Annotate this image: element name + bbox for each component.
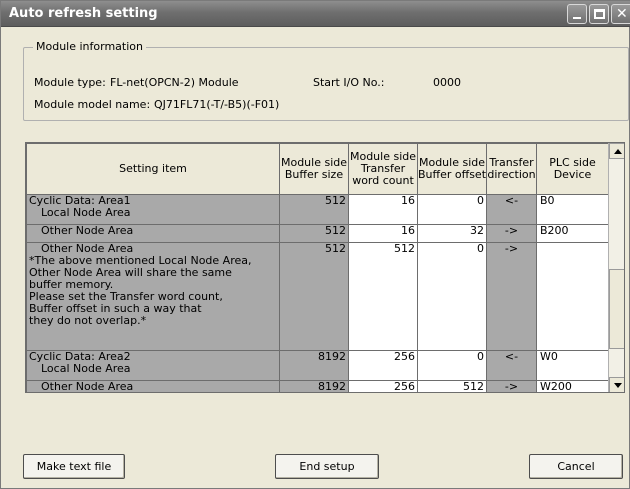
minimize-icon: [573, 17, 581, 19]
table-row: Other Node Area 512 16 32 -> B200: [26, 224, 609, 243]
transfer-count-cell[interactable]: 512: [348, 242, 418, 351]
setting-grid: Setting item Module side Buffer size Modu…: [25, 142, 625, 393]
make-text-file-button[interactable]: Make text file: [23, 454, 125, 479]
transfer-count-cell[interactable]: 256: [348, 380, 418, 392]
vertical-scrollbar[interactable]: [608, 143, 624, 392]
close-button[interactable]: ✕: [611, 4, 630, 24]
header-direction: Transfer direction: [486, 143, 537, 195]
plc-device-cell[interactable]: [536, 242, 609, 351]
buffer-offset-cell[interactable]: 32: [417, 224, 487, 243]
header-buffer-offset: Module side Buffer offset: [417, 143, 487, 195]
cancel-button[interactable]: Cancel: [529, 454, 623, 479]
direction-cell: ->: [486, 242, 537, 351]
module-information-legend: Module information: [33, 40, 146, 53]
buffer-size-cell: 512: [279, 224, 349, 243]
plc-device-cell[interactable]: B200: [536, 224, 609, 243]
buffer-offset-cell[interactable]: 0: [417, 350, 487, 381]
buffer-size-cell: 8192: [279, 380, 349, 392]
arrow-down-icon: [614, 383, 622, 388]
direction-cell: <-: [486, 194, 537, 225]
table-row: Cyclic Data: Area1 Local Node Area 512 16…: [26, 194, 609, 225]
plc-device-cell[interactable]: B0: [536, 194, 609, 225]
start-io-value: 0000: [433, 76, 461, 89]
table-row: Cyclic Data: Area2 Local Node Area 8192 2…: [26, 350, 609, 381]
direction-cell: ->: [486, 380, 537, 392]
transfer-count-cell[interactable]: 16: [348, 194, 418, 225]
buffer-size-cell: 512: [279, 242, 349, 351]
header-transfer-count: Module side Transfer word count: [348, 143, 418, 195]
setting-item-cell: Other Node Area: [26, 224, 280, 243]
table-row: Other Node Area 8192 256 512 -> W200: [26, 380, 609, 392]
module-type-label: Module type:: [34, 76, 106, 89]
setting-item-cell: Other Node Area: [26, 380, 280, 392]
module-model-value: QJ71FL71(-T/-B5)(-F01): [154, 98, 280, 111]
end-setup-button[interactable]: End setup: [275, 454, 379, 479]
buffer-size-cell: 512: [279, 194, 349, 225]
scroll-down-button[interactable]: [609, 377, 624, 392]
module-type-value: FL-net(OPCN-2) Module: [110, 76, 239, 89]
direction-cell: <-: [486, 350, 537, 381]
module-model-label: Module model name:: [34, 98, 151, 111]
buffer-offset-cell[interactable]: 0: [417, 242, 487, 351]
setting-item-cell: Other Node Area *The above mentioned Loc…: [26, 242, 280, 351]
setting-table: Setting item Module side Buffer size Modu…: [26, 143, 609, 392]
transfer-count-cell[interactable]: 256: [348, 350, 418, 381]
buffer-offset-cell[interactable]: 512: [417, 380, 487, 392]
plc-device-cell[interactable]: W200: [536, 380, 609, 392]
minimize-button[interactable]: [567, 4, 587, 24]
setting-item-cell: Cyclic Data: Area1 Local Node Area: [26, 194, 280, 225]
arrow-up-icon: [614, 149, 622, 154]
plc-device-cell[interactable]: W0: [536, 350, 609, 381]
maximize-button[interactable]: [589, 4, 609, 24]
table-row: Other Node Area *The above mentioned Loc…: [26, 242, 609, 351]
close-icon: ✕: [616, 6, 628, 22]
buffer-size-cell: 8192: [279, 350, 349, 381]
header-plc-device: PLC side Device: [536, 143, 609, 195]
auto-refresh-window: Auto refresh setting ✕ Module informatio…: [0, 0, 630, 489]
buffer-offset-cell[interactable]: 0: [417, 194, 487, 225]
transfer-count-cell[interactable]: 16: [348, 224, 418, 243]
header-setting-item: Setting item: [26, 143, 280, 195]
maximize-icon: [594, 9, 605, 19]
title-bar[interactable]: Auto refresh setting ✕: [1, 1, 630, 27]
direction-cell: ->: [486, 224, 537, 243]
setting-item-cell: Cyclic Data: Area2 Local Node Area: [26, 350, 280, 381]
scroll-thumb[interactable]: [609, 269, 624, 349]
scroll-up-button[interactable]: [609, 143, 624, 159]
header-buffer-size: Module side Buffer size: [279, 143, 349, 195]
window-title: Auto refresh setting: [9, 6, 158, 21]
start-io-label: Start I/O No.:: [313, 76, 385, 89]
